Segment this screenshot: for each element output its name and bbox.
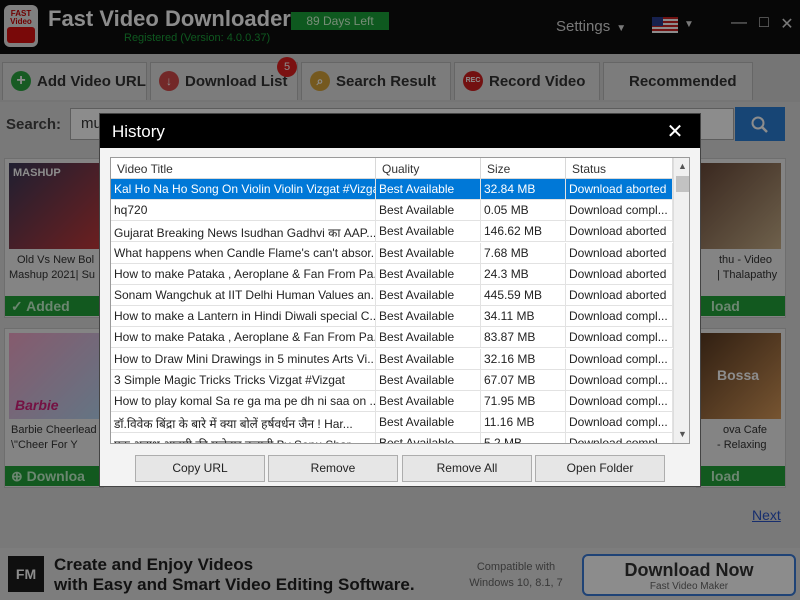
table-row[interactable]: Sonam Wangchuk at IIT Delhi Human Values… (111, 285, 673, 306)
cell-size: 7.68 MB (481, 242, 566, 264)
column-header-size[interactable]: Size (481, 158, 566, 179)
cell-video-title: How to play komal Sa re ga ma pe dh ni s… (111, 391, 376, 412)
scroll-down-icon[interactable]: ▼ (674, 426, 689, 443)
cell-video-title: How to make Pataka , Aeroplane & Fan Fro… (111, 263, 376, 285)
cell-size: 0.05 MB (481, 200, 566, 222)
cell-status: Download compl... (566, 200, 673, 222)
cell-quality: Best Available (376, 369, 481, 391)
column-header-status[interactable]: Status (566, 158, 673, 179)
cell-status: Download aborted (566, 285, 673, 306)
cell-quality: Best Available (376, 285, 481, 306)
close-icon[interactable]: ✕ (665, 119, 685, 144)
table-row[interactable]: Kal Ho Na Ho Song On Violin Violin Vizga… (111, 179, 673, 200)
cell-size: 146.62 MB (481, 221, 566, 243)
cell-quality: Best Available (376, 221, 481, 243)
column-header-title[interactable]: Video Title (111, 158, 376, 179)
cell-quality: Best Available (376, 348, 481, 370)
table-row[interactable]: How to play komal Sa re ga ma pe dh ni s… (111, 391, 673, 412)
table-row[interactable]: Gujarat Breaking News Isudhan Gadhvi का … (111, 221, 673, 243)
history-table: Video Title Quality Size Status Kal Ho N… (110, 157, 690, 444)
vertical-scrollbar[interactable]: ▲ ▼ (673, 158, 689, 443)
cell-quality: Best Available (376, 179, 481, 200)
table-row[interactable]: डॉ.विवेक बिंद्रा के बारे में क्या बोलें … (111, 412, 673, 434)
cell-size: 24.3 MB (481, 263, 566, 285)
cell-quality: Best Available (376, 242, 481, 264)
remove-all-button[interactable]: Remove All (402, 455, 532, 482)
cell-quality: Best Available (376, 327, 481, 349)
remove-button[interactable]: Remove (268, 455, 398, 482)
cell-quality: Best Available (376, 306, 481, 328)
table-row[interactable]: hq720 Best Available 0.05 MB Download compl… (111, 200, 673, 222)
cell-video-title: 3 Simple Magic Tricks Tricks Vizgat #Viz… (111, 369, 376, 391)
table-row[interactable]: एक अनाथ आदमी की मजेदार कहानी By Sonu Sha… (111, 433, 673, 443)
cell-video-title: How to make a Lantern in Hindi Diwali sp… (111, 306, 376, 328)
column-header-quality[interactable]: Quality (376, 158, 481, 179)
cell-size: 32.16 MB (481, 348, 566, 370)
cell-video-title: डॉ.विवेक बिंद्रा के बारे में क्या बोलें … (111, 412, 376, 434)
dialog-header: History ✕ (100, 114, 700, 148)
cell-video-title: How to make Pataka , Aeroplane & Fan Fro… (111, 327, 376, 349)
table-row[interactable]: What happens when Candle Flame's can't a… (111, 242, 673, 264)
cell-size: 11.16 MB (481, 412, 566, 434)
cell-video-title: How to Draw Mini Drawings in 5 minutes A… (111, 348, 376, 370)
cell-status: Download compl... (566, 391, 673, 412)
cell-video-title: hq720 (111, 200, 376, 222)
cell-video-title: Sonam Wangchuk at IIT Delhi Human Values… (111, 285, 376, 306)
cell-quality: Best Available (376, 200, 481, 222)
table-row[interactable]: How to make Pataka , Aeroplane & Fan Fro… (111, 327, 673, 349)
dialog-title: History (112, 122, 165, 141)
scroll-up-icon[interactable]: ▲ (674, 158, 689, 175)
cell-status: Download aborted (566, 179, 673, 200)
table-row[interactable]: How to make a Lantern in Hindi Diwali sp… (111, 306, 673, 328)
cell-video-title: Kal Ho Na Ho Song On Violin Violin Vizga… (111, 179, 376, 200)
cell-video-title: What happens when Candle Flame's can't a… (111, 242, 376, 264)
cell-status: Download aborted (566, 263, 673, 285)
cell-status: Download aborted (566, 221, 673, 243)
cell-status: Download compl... (566, 348, 673, 370)
cell-size: 5.2 MB (481, 433, 566, 443)
cell-size: 83.87 MB (481, 327, 566, 349)
cell-size: 445.59 MB (481, 285, 566, 306)
cell-size: 32.84 MB (481, 179, 566, 200)
history-dialog: History ✕ Video Title Quality Size Statu… (99, 113, 701, 487)
cell-quality: Best Available (376, 412, 481, 434)
cell-size: 71.95 MB (481, 391, 566, 412)
table-row[interactable]: 3 Simple Magic Tricks Tricks Vizgat #Viz… (111, 369, 673, 391)
cell-status: Download aborted (566, 242, 673, 264)
cell-video-title: एक अनाथ आदमी की मजेदार कहानी By Sonu Sha… (111, 433, 376, 443)
cell-status: Download compl... (566, 433, 673, 443)
cell-status: Download compl... (566, 306, 673, 328)
table-row[interactable]: How to Draw Mini Drawings in 5 minutes A… (111, 348, 673, 370)
copy-url-button[interactable]: Copy URL (135, 455, 265, 482)
cell-size: 34.11 MB (481, 306, 566, 328)
cell-quality: Best Available (376, 433, 481, 443)
cell-status: Download compl... (566, 327, 673, 349)
cell-quality: Best Available (376, 391, 481, 412)
scrollbar-thumb[interactable] (676, 176, 689, 192)
open-folder-button[interactable]: Open Folder (535, 455, 665, 482)
cell-video-title: Gujarat Breaking News Isudhan Gadhvi का … (111, 221, 376, 243)
cell-status: Download compl... (566, 412, 673, 434)
cell-status: Download compl... (566, 369, 673, 391)
cell-quality: Best Available (376, 263, 481, 285)
table-row[interactable]: How to make Pataka , Aeroplane & Fan Fro… (111, 263, 673, 285)
cell-size: 67.07 MB (481, 369, 566, 391)
